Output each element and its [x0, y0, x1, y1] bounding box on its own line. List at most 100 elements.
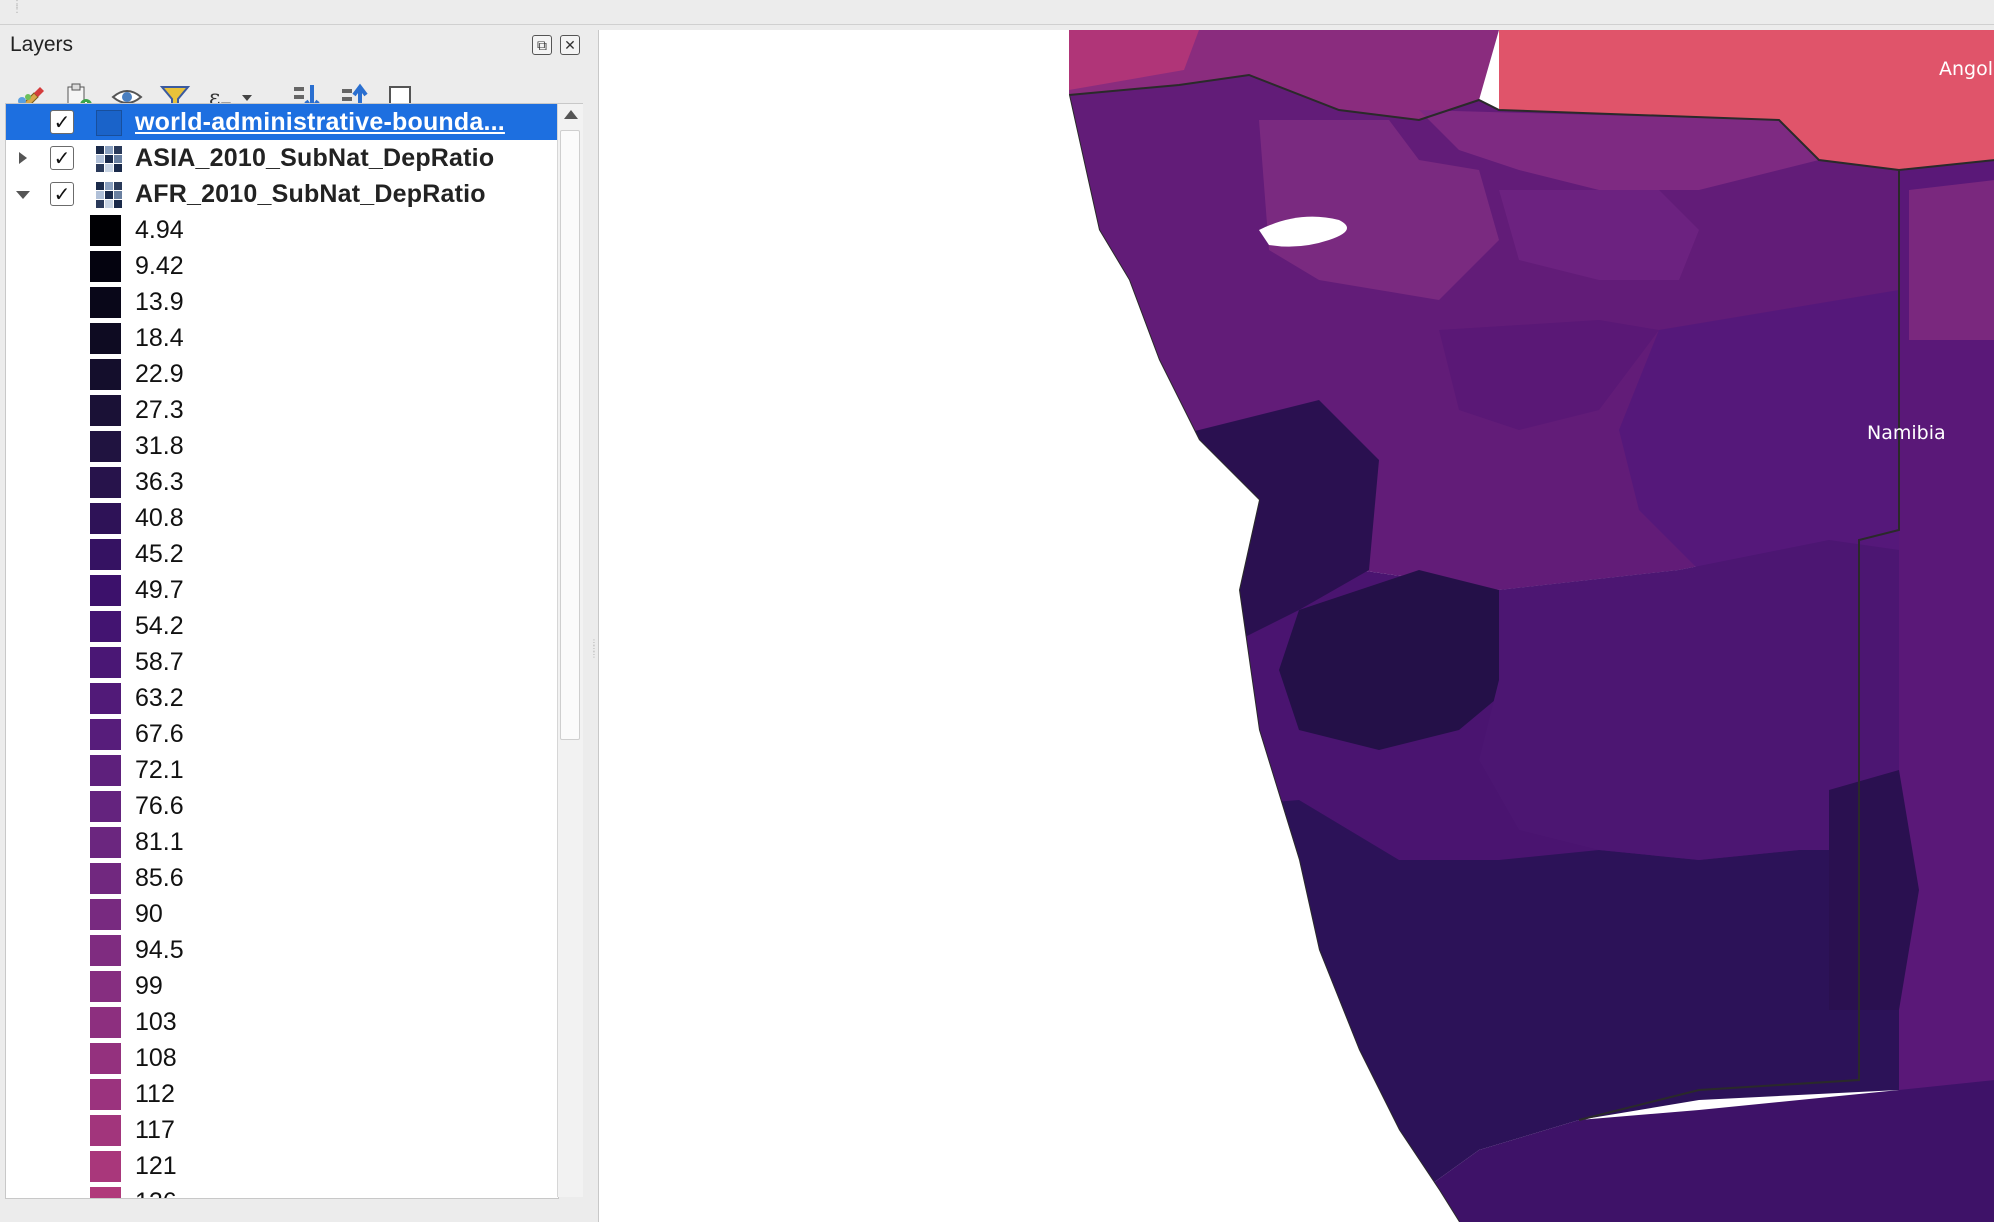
layer-visibility-checkbox[interactable]: ✓ — [50, 182, 74, 206]
layer-name: AFR_2010_SubNat_DepRatio — [135, 180, 486, 208]
legend-swatch — [90, 1043, 121, 1074]
legend-swatch — [90, 1151, 121, 1182]
legend-item: 22.9 — [6, 356, 558, 392]
legend-label: 76.6 — [135, 792, 184, 820]
legend-label: 45.2 — [135, 540, 184, 568]
legend-swatch — [90, 323, 121, 354]
layer-row-asia-depratio[interactable]: ✓ ASIA_2010_SubNat_DepRatio — [6, 140, 558, 176]
legend-item: 13.9 — [6, 284, 558, 320]
legend-label: 112 — [135, 1080, 175, 1108]
float-panel-button[interactable]: ⧉ — [532, 35, 552, 55]
legend-swatch — [90, 575, 121, 606]
legend-swatch — [90, 287, 121, 318]
close-panel-button[interactable]: ✕ — [560, 35, 580, 55]
legend-label: 72.1 — [135, 756, 184, 784]
legend-label: 13.9 — [135, 288, 184, 316]
legend-item: 85.6 — [6, 860, 558, 896]
legend-swatch — [90, 971, 121, 1002]
legend-item: 63.2 — [6, 680, 558, 716]
layer-visibility-checkbox[interactable]: ✓ — [50, 146, 74, 170]
collapse-arrow-icon[interactable] — [16, 191, 30, 199]
vector-layer-icon — [96, 110, 122, 136]
legend-swatch — [90, 755, 121, 786]
legend-label: 18.4 — [135, 324, 184, 352]
legend-item: 90 — [6, 896, 558, 932]
legend-label: 85.6 — [135, 864, 184, 892]
legend-label: 99 — [135, 972, 163, 1000]
layer-name: ASIA_2010_SubNat_DepRatio — [135, 144, 495, 172]
legend-item: 112 — [6, 1076, 558, 1112]
legend-swatch — [90, 935, 121, 966]
legend-item: 108 — [6, 1040, 558, 1076]
legend-swatch — [90, 359, 121, 390]
legend-swatch — [90, 1079, 121, 1110]
legend-swatch — [90, 827, 121, 858]
legend-label: 108 — [135, 1044, 177, 1072]
legend-label: 27.3 — [135, 396, 184, 424]
scroll-up-arrow-icon[interactable] — [564, 110, 578, 119]
legend-item: 36.3 — [6, 464, 558, 500]
legend-item: 40.8 — [6, 500, 558, 536]
legend-label: 40.8 — [135, 504, 184, 532]
legend-item: 27.3 — [6, 392, 558, 428]
legend-item: 72.1 — [6, 752, 558, 788]
legend-swatch — [90, 611, 121, 642]
legend-item: 31.8 — [6, 428, 558, 464]
legend-swatch — [90, 215, 121, 246]
legend-label: 94.5 — [135, 936, 184, 964]
window-top-strip: ⋮ ⋮ — [0, 0, 1994, 25]
legend-label: 103 — [135, 1008, 177, 1036]
layer-tree: ✓ world-administrative-bounda... ✓ ASIA_… — [5, 103, 559, 1199]
legend-swatch — [90, 791, 121, 822]
legend-label: 117 — [135, 1116, 175, 1144]
layer-tree-scrollbar[interactable] — [557, 103, 583, 1197]
legend-item: 81.1 — [6, 824, 558, 860]
legend-swatch — [90, 467, 121, 498]
legend-swatch — [90, 647, 121, 678]
legend-swatch — [90, 503, 121, 534]
map-canvas[interactable]: Angola Namibia — [598, 30, 1994, 1222]
legend-label: 22.9 — [135, 360, 184, 388]
legend-label: 9.42 — [135, 252, 184, 280]
legend-item: 76.6 — [6, 788, 558, 824]
legend-label: 54.2 — [135, 612, 184, 640]
legend-swatch — [90, 395, 121, 426]
panel-splitter-handle[interactable]: ⋮ ⋮ ⋮ — [590, 639, 598, 676]
expand-arrow-icon[interactable] — [19, 152, 27, 164]
legend-swatch — [90, 539, 121, 570]
layer-row-afr-depratio[interactable]: ✓ AFR_2010_SubNat_DepRatio — [6, 176, 558, 212]
layer-row-world-boundaries[interactable]: ✓ world-administrative-bounda... — [6, 104, 558, 140]
legend-item: 117 — [6, 1112, 558, 1148]
legend-item: 99 — [6, 968, 558, 1004]
map-rendering — [599, 30, 1994, 1222]
legend-label: 90 — [135, 900, 163, 928]
legend-label: 49.7 — [135, 576, 184, 604]
layer-visibility-checkbox[interactable]: ✓ — [50, 110, 74, 134]
legend-item: 49.7 — [6, 572, 558, 608]
legend-label: 31.8 — [135, 432, 184, 460]
legend-item: 45.2 — [6, 536, 558, 572]
angola-label: Angola — [1939, 58, 1994, 80]
legend-label: 126 — [135, 1188, 177, 1198]
legend-item: 103 — [6, 1004, 558, 1040]
scroll-thumb[interactable] — [560, 130, 580, 740]
layer-name: world-administrative-bounda... — [135, 108, 505, 136]
legend-item: 94.5 — [6, 932, 558, 968]
legend-item: 58.7 — [6, 644, 558, 680]
drag-grip-icon[interactable]: ⋮ ⋮ — [12, 0, 22, 22]
legend-label: 4.94 — [135, 216, 184, 244]
raster-layer-icon — [96, 182, 122, 208]
botswana-north-region — [1909, 180, 1994, 340]
legend-label: 36.3 — [135, 468, 184, 496]
legend-swatch — [90, 683, 121, 714]
legend-swatch — [90, 1187, 121, 1198]
legend-item: 54.2 — [6, 608, 558, 644]
legend-swatch — [90, 431, 121, 462]
legend-swatch — [90, 1007, 121, 1038]
legend-label: 67.6 — [135, 720, 184, 748]
legend-item: 126 — [6, 1184, 558, 1198]
legend-label: 121 — [135, 1152, 177, 1180]
namibia-label: Namibia — [1867, 422, 1946, 444]
legend-item: 18.4 — [6, 320, 558, 356]
legend-label: 63.2 — [135, 684, 184, 712]
